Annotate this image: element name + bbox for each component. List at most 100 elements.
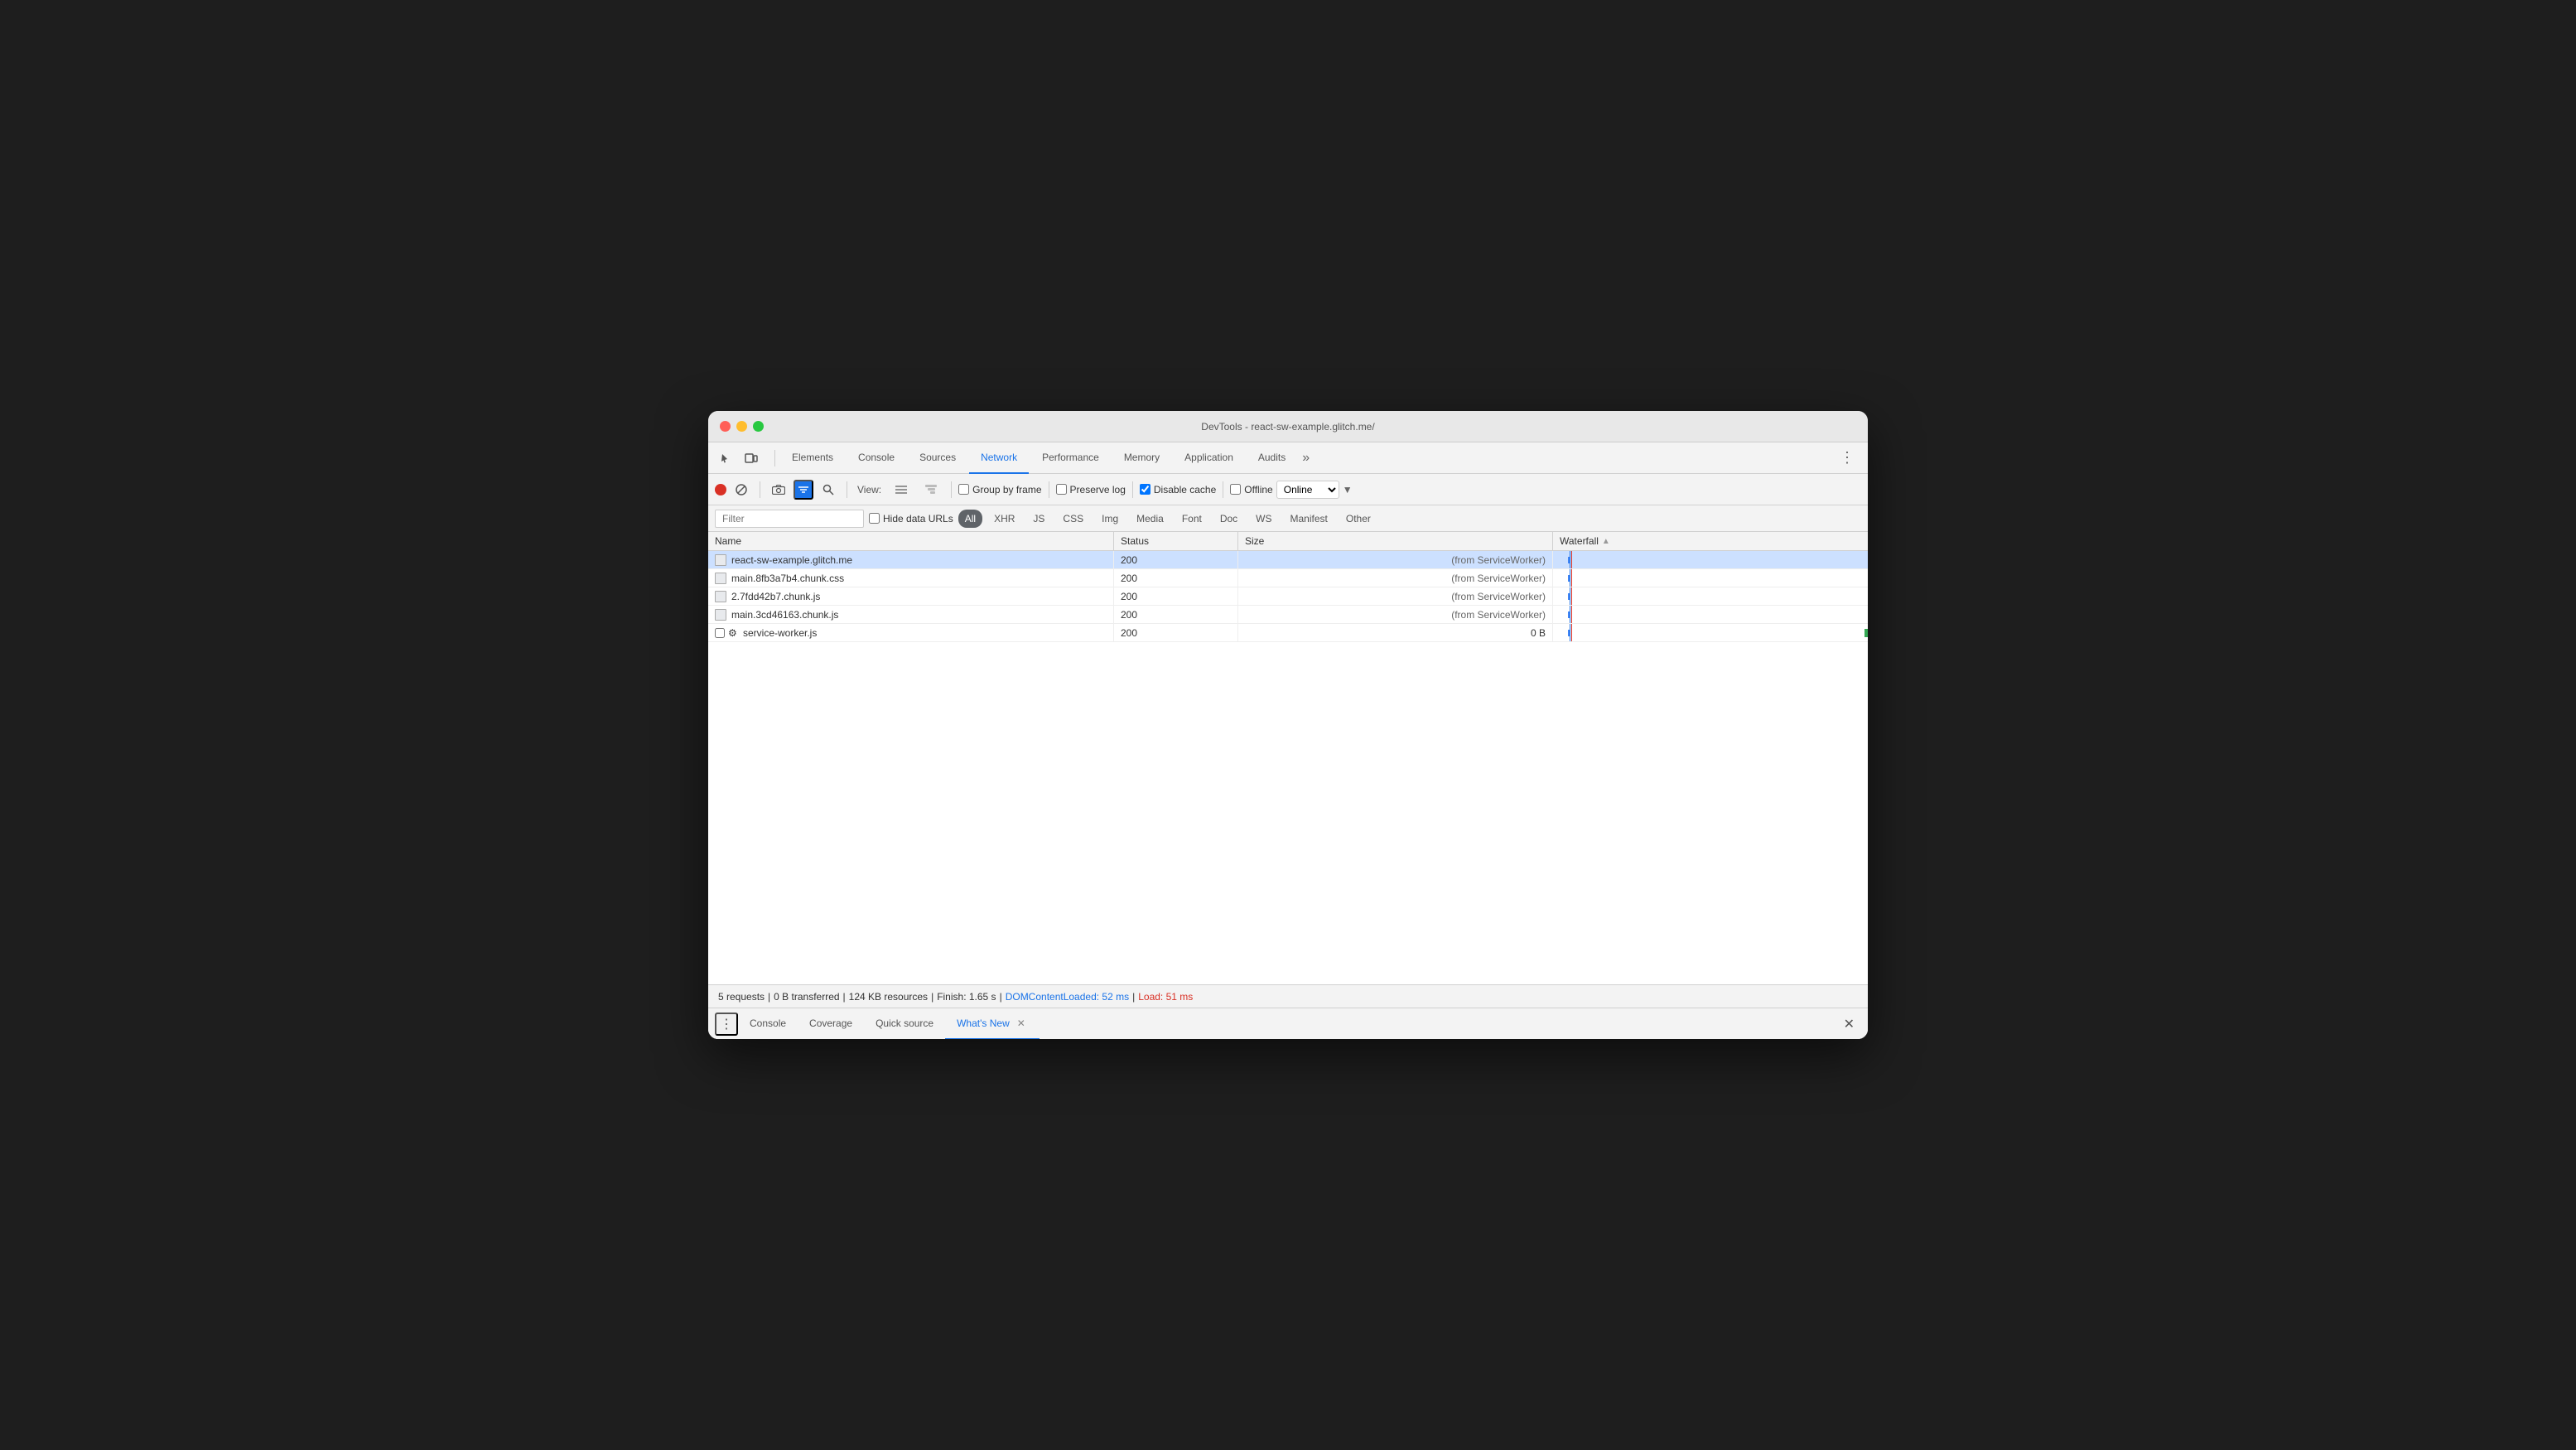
cell-status: 200 [1114,624,1238,641]
filter-css-button[interactable]: CSS [1056,510,1090,528]
header-waterfall[interactable]: Waterfall ▲ [1553,532,1868,550]
filter-other-button[interactable]: Other [1339,510,1377,528]
separator: | [931,991,933,1003]
list-view-button[interactable] [890,479,913,500]
devtools-window: DevTools - react-sw-example.glitch.me/ [708,411,1868,1039]
tab-memory[interactable]: Memory [1112,442,1171,474]
hide-data-urls-checkbox[interactable]: Hide data URLs [869,513,953,524]
device-toolbar-icon[interactable] [740,447,763,469]
separator: | [843,991,846,1003]
waterfall-view-button[interactable] [919,479,943,500]
filter-doc-button[interactable]: Doc [1213,510,1244,528]
dropdown-arrow: ▼ [1343,484,1353,495]
waterfall-line-red [1571,624,1572,641]
gear-icon: ⚙ [728,627,740,639]
tab-application[interactable]: Application [1173,442,1245,474]
more-tabs-button[interactable]: » [1302,451,1310,466]
devtools-menu-button[interactable]: ⋮ [1833,449,1861,466]
file-icon [715,554,726,566]
filter-img-button[interactable]: Img [1095,510,1125,528]
table-row[interactable]: react-sw-example.glitch.me 200 (from Ser… [708,551,1868,569]
filter-ws-button[interactable]: WS [1249,510,1278,528]
resources-size: 124 KB resources [849,991,928,1003]
cell-waterfall [1553,551,1868,568]
requests-count: 5 requests [718,991,765,1003]
preserve-log-checkbox[interactable]: Preserve log [1056,484,1126,495]
camera-button[interactable] [767,479,790,500]
filter-media-button[interactable]: Media [1130,510,1170,528]
network-toolbar: View: Group by frame [708,474,1868,505]
bottom-tab-quick-source[interactable]: Quick source [864,1008,945,1040]
close-whats-new-tab[interactable]: ✕ [1015,1017,1028,1030]
filter-js-button[interactable]: JS [1026,510,1051,528]
disable-cache-checkbox[interactable]: Disable cache [1140,484,1216,495]
filter-xhr-button[interactable]: XHR [987,510,1021,528]
group-by-frame-checkbox[interactable]: Group by frame [958,484,1041,495]
tab-performance[interactable]: Performance [1030,442,1111,474]
cell-name: main.3cd46163.chunk.js [708,606,1114,623]
separator5 [1132,481,1133,498]
filter-bar: Hide data URLs All XHR JS CSS Img Media … [708,505,1868,532]
header-status[interactable]: Status [1114,532,1238,550]
cell-name: ⚙ service-worker.js [708,624,1114,641]
tab-console[interactable]: Console [847,442,906,474]
cell-status: 200 [1114,606,1238,623]
maximize-button[interactable] [753,421,764,432]
tab-bar: Elements Console Sources Network Perform… [708,442,1868,474]
waterfall-line-red [1571,606,1572,623]
tab-network[interactable]: Network [969,442,1029,474]
bottom-tab-whats-new[interactable]: What's New ✕ [945,1008,1040,1040]
minimize-button[interactable] [736,421,747,432]
window-title: DevTools - react-sw-example.glitch.me/ [1201,421,1374,433]
cell-waterfall [1553,587,1868,605]
cell-size: (from ServiceWorker) [1238,569,1553,587]
tab-sources[interactable]: Sources [908,442,967,474]
devtools-panel: Elements Console Sources Network Perform… [708,442,1868,1039]
table-row[interactable]: ⚙ service-worker.js 200 0 B [708,624,1868,642]
filter-font-button[interactable]: Font [1175,510,1208,528]
load-time[interactable]: Load: 51 ms [1138,991,1193,1003]
cell-size: (from ServiceWorker) [1238,587,1553,605]
separator3 [951,481,952,498]
offline-checkbox[interactable]: Offline [1230,484,1272,495]
tab-bar-icons [715,447,763,469]
cell-waterfall [1553,606,1868,623]
filter-button[interactable] [794,480,813,500]
table-row[interactable]: main.3cd46163.chunk.js 200 (from Service… [708,606,1868,624]
file-icon [715,573,726,584]
network-table: Name Status Size Waterfall ▲ react-sw-ex… [708,532,1868,984]
bottom-tab-coverage[interactable]: Coverage [798,1008,864,1040]
cell-status: 200 [1114,551,1238,568]
separator: | [1000,991,1002,1003]
network-throttle-select[interactable]: Online Offline Slow 3G Fast 3G [1276,481,1339,499]
row-checkbox[interactable] [715,628,725,638]
filter-input[interactable] [715,510,864,528]
status-bar: 5 requests | 0 B transferred | 124 KB re… [708,984,1868,1008]
filter-all-button[interactable]: All [958,510,982,528]
cursor-icon[interactable] [715,447,738,469]
search-button[interactable] [817,479,840,500]
close-button[interactable] [720,421,731,432]
table-header: Name Status Size Waterfall ▲ [708,532,1868,551]
waterfall-green-bar [1864,629,1868,637]
dom-content-loaded[interactable]: DOMContentLoaded: 52 ms [1006,991,1129,1003]
sort-arrow: ▲ [1602,537,1610,546]
record-button[interactable] [715,484,726,495]
header-size[interactable]: Size [1238,532,1553,550]
cell-size: (from ServiceWorker) [1238,606,1553,623]
bottom-tab-console[interactable]: Console [738,1008,798,1040]
close-bottom-panel[interactable]: ✕ [1837,1016,1861,1032]
clear-button[interactable] [730,479,753,500]
table-row[interactable]: main.8fb3a7b4.chunk.css 200 (from Servic… [708,569,1868,587]
table-row[interactable]: 2.7fdd42b7.chunk.js 200 (from ServiceWor… [708,587,1868,606]
bottom-menu-button[interactable]: ⋮ [715,1013,738,1036]
filter-manifest-button[interactable]: Manifest [1284,510,1334,528]
cell-name: react-sw-example.glitch.me [708,551,1114,568]
tab-elements[interactable]: Elements [780,442,845,474]
header-name[interactable]: Name [708,532,1114,550]
waterfall-line-red [1571,551,1572,568]
traffic-lights [720,421,764,432]
bottom-bar: ⋮ Console Coverage Quick source What's N… [708,1008,1868,1039]
waterfall-line-red [1571,569,1572,587]
tab-audits[interactable]: Audits [1247,442,1297,474]
